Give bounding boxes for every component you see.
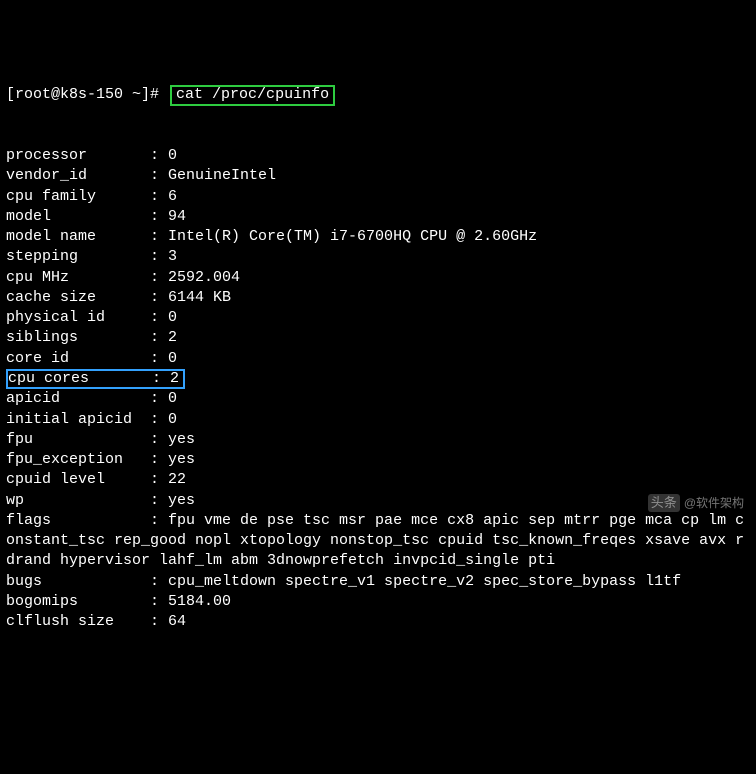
cpuinfo-row-processor: processor : 0 <box>6 146 750 166</box>
cpuinfo-row-cpu-mhz: cpu MHz : 2592.004 <box>6 268 750 288</box>
cpuinfo-row-wp: wp : yes <box>6 491 750 511</box>
cpuinfo-row-model-name: model name : Intel(R) Core(TM) i7-6700HQ… <box>6 227 750 247</box>
watermark-logo: 头条 <box>648 494 680 512</box>
cpuinfo-row-clflush-size: clflush size : 64 <box>6 612 750 632</box>
cpuinfo-row-stepping: stepping : 3 <box>6 247 750 267</box>
cpuinfo-row-cache-size: cache size : 6144 KB <box>6 288 750 308</box>
cpuinfo-output: processor : 0vendor_id : GenuineIntelcpu… <box>6 146 750 632</box>
watermark-text: @软件架构 <box>684 495 744 511</box>
cpuinfo-row-siblings: siblings : 2 <box>6 328 750 348</box>
cpuinfo-row-physical-id: physical id : 0 <box>6 308 750 328</box>
shell-prompt: [root@k8s-150 ~]# <box>6 86 159 103</box>
cpuinfo-row-fpu-exception: fpu_exception : yes <box>6 450 750 470</box>
cpuinfo-row-cpuid-level: cpuid level : 22 <box>6 470 750 490</box>
cpuinfo-row-vendor-id: vendor_id : GenuineIntel <box>6 166 750 186</box>
cpuinfo-row-fpu: fpu : yes <box>6 430 750 450</box>
watermark: 头条 @软件架构 <box>648 494 744 512</box>
shell-prompt-line: [root@k8s-150 ~]# cat /proc/cpuinfo <box>6 85 750 106</box>
command-highlight: cat /proc/cpuinfo <box>170 85 335 106</box>
cpu-cores-highlight: cpu cores : 2 <box>6 369 185 390</box>
cpuinfo-row-bogomips: bogomips : 5184.00 <box>6 592 750 612</box>
cpuinfo-row-core-id: core id : 0 <box>6 349 750 369</box>
cpuinfo-row-model: model : 94 <box>6 207 750 227</box>
cpuinfo-row-apicid: apicid : 0 <box>6 389 750 409</box>
cpuinfo-row-cpu-family: cpu family : 6 <box>6 187 750 207</box>
cpuinfo-row-cpu-cores: cpu cores : 2 <box>6 369 750 390</box>
cpuinfo-row-flags: flags : fpu vme de pse tsc msr pae mce c… <box>6 511 750 572</box>
cpuinfo-row-initial-apicid: initial apicid : 0 <box>6 410 750 430</box>
shell-command: cat /proc/cpuinfo <box>176 86 329 103</box>
cpuinfo-row-bugs: bugs : cpu_meltdown spectre_v1 spectre_v… <box>6 572 750 592</box>
